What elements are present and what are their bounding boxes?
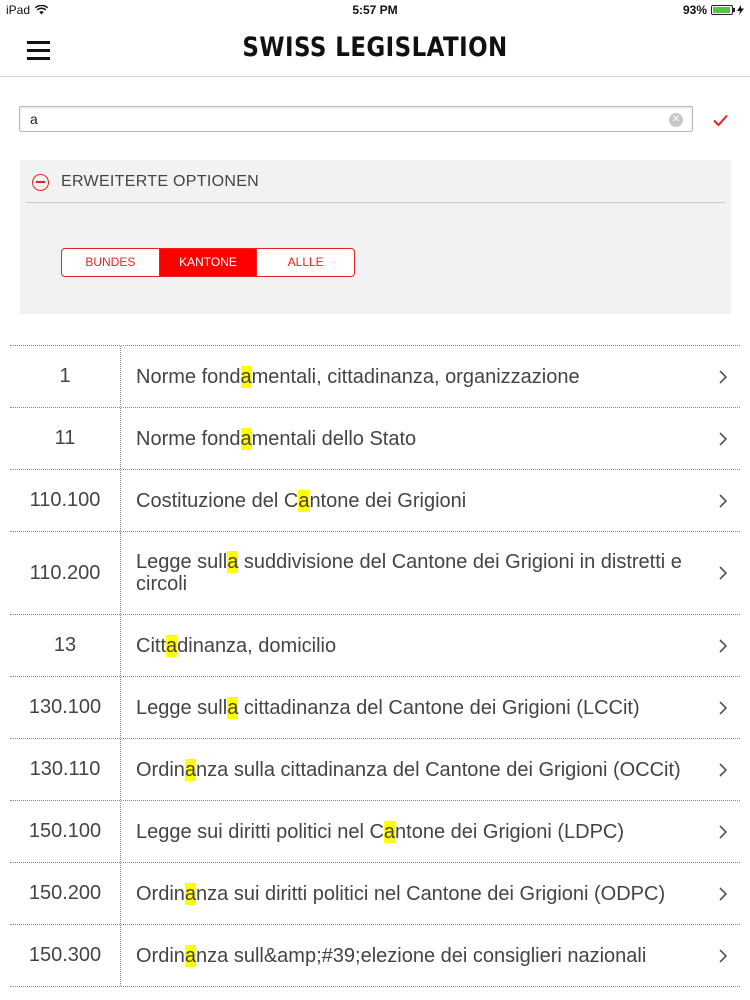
title-text: Ordin: [136, 882, 185, 905]
search-highlight: a: [184, 882, 197, 905]
title-text: nza sull&amp;#39;elezione dei consiglier…: [196, 944, 647, 967]
title-text: nza sulla cittadinanza del Cantone dei G…: [196, 758, 681, 781]
chevron-right-icon: [719, 886, 728, 901]
advanced-options-label: ERWEITERTE OPTIONEN: [61, 173, 260, 190]
law-title: Cittadinanza, domicilio: [121, 634, 740, 657]
clear-icon[interactable]: ✕: [669, 113, 683, 127]
list-item[interactable]: 150.300 Ordinanza sull&amp;#39;elezione d…: [10, 925, 740, 987]
chevron-right-icon: [719, 824, 728, 839]
law-title: Ordinanza sui diritti politici nel Canto…: [121, 882, 740, 905]
search-highlight: a: [298, 489, 310, 512]
title-text: cittadinanza del Cantone dei Grigioni (L…: [238, 696, 640, 719]
hamburger-icon[interactable]: [27, 41, 50, 61]
charging-bolt-icon: [737, 5, 744, 15]
title-text: mentali, cittadinanza, organizzazione: [251, 365, 580, 388]
title-text: dinanza, domicilio: [177, 634, 337, 657]
status-time: 5:57 PM: [352, 3, 398, 17]
hamburger-line: [27, 49, 50, 52]
chevron-right-icon: [719, 762, 728, 777]
search-field: ✕: [19, 106, 693, 132]
title-text: ntone dei Grigioni: [309, 489, 467, 512]
title-text: Citt: [136, 634, 166, 657]
title-text: Norme fond: [136, 427, 241, 450]
law-number: 110.200: [10, 532, 121, 614]
checkmark-icon[interactable]: [709, 108, 733, 132]
chevron-right-icon: [719, 566, 728, 580]
search-highlight: a: [184, 944, 197, 967]
law-title: Ordinanza sulla cittadinanza del Cantone…: [121, 758, 740, 781]
law-title: Norme fondamentali dello Stato: [121, 427, 740, 450]
options-divider: [26, 202, 725, 203]
list-item[interactable]: 150.100 Legge sui diritti politici nel Ca…: [10, 801, 740, 863]
scope-segmented-control: BUNDES KANTONE ALLLE: [61, 248, 355, 277]
search-highlight: a: [240, 427, 252, 450]
search-highlight: a: [383, 820, 396, 843]
minus-circle-icon: [32, 173, 49, 191]
status-bar: iPad 5:57 PM 93%: [0, 0, 750, 20]
law-title: Legge sui diritti politici nel Cantone d…: [121, 820, 740, 843]
app-title: SWISS LEGISLATION: [242, 32, 508, 63]
search-highlight: a: [227, 696, 239, 719]
search-highlight: a: [240, 365, 252, 388]
list-item[interactable]: 130.100 Legge sulla cittadinanza del Cant…: [10, 677, 740, 739]
list-item[interactable]: 150.200 Ordinanza sui diritti politici ne…: [10, 863, 740, 925]
law-number: 150.200: [10, 863, 121, 924]
search-highlight: a: [184, 758, 197, 781]
law-number: 110.100: [10, 470, 121, 531]
hamburger-line: [27, 57, 50, 60]
chevron-right-icon: [719, 493, 728, 508]
search-row: ✕: [19, 106, 739, 134]
segment-bundes[interactable]: BUNDES: [62, 249, 160, 276]
title-text: Costituzione del C: [136, 489, 299, 512]
battery-percent: 93%: [682, 3, 707, 17]
law-title: Norme fondamentali, cittadinanza, organi…: [121, 365, 740, 388]
search-highlight: a: [166, 634, 178, 657]
law-number: 130.110: [10, 739, 121, 800]
law-number: 13: [10, 615, 121, 676]
title-text: Ordin: [136, 758, 185, 781]
title-text: ntone dei Grigioni (LDPC): [395, 820, 625, 843]
list-item[interactable]: 110.200 Legge sulla suddivisione del Cant…: [10, 532, 740, 615]
nav-bar: SWISS LEGISLATION: [0, 20, 750, 77]
title-text: nza sui diritti politici nel Cantone dei…: [196, 882, 666, 905]
title-text: Norme fond: [136, 365, 241, 388]
segment-kantone[interactable]: KANTONE: [159, 249, 258, 276]
list-item[interactable]: 1 Norme fondamentali, cittadinanza, organ…: [10, 346, 740, 408]
law-number: 11: [10, 408, 121, 469]
search-highlight: a: [227, 551, 239, 573]
chevron-right-icon: [719, 948, 728, 963]
list-item[interactable]: 110.100 Costituzione del Cantone dei Grig…: [10, 470, 740, 532]
law-title: Legge sulla cittadinanza del Cantone dei…: [121, 696, 740, 719]
list-item[interactable]: 13 Cittadinanza, domicilio: [10, 615, 740, 677]
battery-icon: [711, 5, 735, 15]
law-number: 130.100: [10, 677, 121, 738]
segment-alle[interactable]: ALLLE: [257, 249, 354, 276]
law-title: Legge sulla suddivisione del Cantone dei…: [121, 551, 740, 595]
law-title: Ordinanza sull&amp;#39;elezione dei cons…: [121, 944, 740, 967]
chevron-right-icon: [719, 431, 728, 446]
law-number: 150.300: [10, 925, 121, 986]
chevron-right-icon: [719, 638, 728, 653]
law-number: 1: [10, 346, 121, 407]
title-text: mentali dello Stato: [251, 427, 417, 450]
title-text: Legge sull: [136, 696, 228, 719]
list-item[interactable]: 11 Norme fondamentali dello Stato: [10, 408, 740, 470]
results-list: 1 Norme fondamentali, cittadinanza, organ…: [10, 345, 740, 987]
advanced-options-panel: ERWEITERTE OPTIONEN BUNDES KANTONE ALLLE: [20, 160, 731, 314]
chevron-right-icon: [719, 700, 728, 715]
title-text: Legge sull: [136, 551, 228, 573]
search-input[interactable]: [20, 107, 650, 131]
title-text: Legge sui diritti politici nel C: [136, 820, 384, 843]
hamburger-line: [27, 41, 50, 44]
advanced-options-toggle[interactable]: ERWEITERTE OPTIONEN: [32, 171, 259, 193]
title-text: Ordin: [136, 944, 185, 967]
law-number: 150.100: [10, 801, 121, 862]
battery-fill: [713, 7, 730, 13]
status-right: 93%: [683, 3, 744, 17]
list-item[interactable]: 130.110 Ordinanza sulla cittadinanza del …: [10, 739, 740, 801]
chevron-right-icon: [719, 369, 728, 384]
law-title: Costituzione del Cantone dei Grigioni: [121, 489, 740, 512]
